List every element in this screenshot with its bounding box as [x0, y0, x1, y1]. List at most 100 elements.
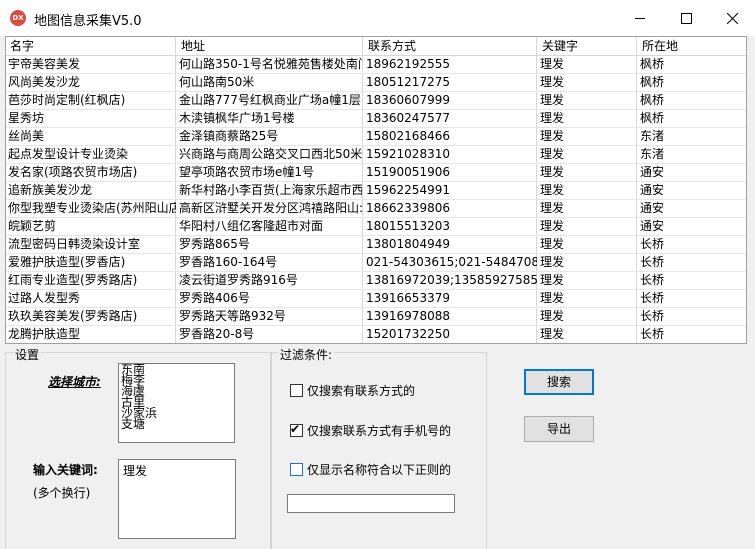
- table-row[interactable]: 玖玖美容美发(罗秀路店) 罗秀路天等路932号 13916978088 理发 长桥: [6, 307, 746, 326]
- filter-group-label: 过滤条件:: [278, 346, 335, 363]
- column-header-location[interactable]: 所在地: [638, 37, 746, 55]
- table-row[interactable]: 过路人发型秀 罗秀路406号 13916653379 理发 长桥: [6, 289, 746, 308]
- cell-address: 高新区浒墅关开发分区鸿禧路阳山:: [179, 201, 362, 215]
- cell-keyword: 理发: [540, 165, 565, 179]
- cell-location: 枫桥: [640, 57, 665, 71]
- cell-address: 罗香路160-164号: [179, 255, 278, 269]
- cell-name: 风尚美发沙龙: [8, 75, 81, 89]
- cell-contact: 18015513203: [366, 219, 450, 233]
- close-button[interactable]: [709, 0, 755, 36]
- cell-address: 望亭项路农贸市场e幢1号: [179, 165, 315, 179]
- table-row[interactable]: 皖颖艺剪 华阳村八组亿客隆超市对面 18015513203 理发 通安: [6, 217, 746, 236]
- maximize-icon: [680, 12, 692, 24]
- cell-contact: 18962192555: [366, 57, 450, 71]
- search-button[interactable]: 搜索: [524, 369, 594, 395]
- table-row[interactable]: 风尚美发沙龙 何山路南50米 18051217275 理发 枫桥: [6, 73, 746, 92]
- cell-location: 通安: [640, 183, 665, 197]
- table-row[interactable]: 流型密码日韩烫染设计室 罗秀路865号 13801804949 理发 长桥: [6, 235, 746, 254]
- cell-location: 枫桥: [640, 111, 665, 125]
- regex-input[interactable]: [287, 494, 455, 513]
- table-row[interactable]: 宇帝美容美发 何山路350-1号名悦雅苑售楼处南门 18962192555 理发 枫桥: [6, 55, 746, 74]
- city-label: 选择城市:: [48, 375, 101, 389]
- cell-name: 你型我塑专业烫染店(苏州阳山店): [8, 201, 176, 215]
- table-row[interactable]: 龙腾护肤造型 罗香路20-8号 15201732250 理发 长桥: [6, 325, 746, 343]
- cell-name: 龙腾护肤造型: [8, 327, 81, 341]
- export-button[interactable]: 导出: [524, 416, 594, 442]
- cell-name: 丝尚美: [8, 129, 45, 143]
- table-row[interactable]: 红雨专业造型(罗秀路店) 凌云街道罗秀路916号 13816972039;13585…: [6, 271, 746, 290]
- column-header-keyword[interactable]: 关键字: [538, 37, 634, 55]
- cell-contact: 18360247577: [366, 111, 450, 125]
- cell-keyword: 理发: [540, 327, 565, 341]
- only-contact-label[interactable]: 仅搜索有联系方式的: [307, 382, 415, 399]
- cell-name: 发名家(项路农贸市场店): [8, 165, 138, 179]
- only-mobile-checkbox[interactable]: ✔: [290, 422, 303, 437]
- cell-keyword: 理发: [540, 75, 565, 89]
- table-row[interactable]: 爱雅护肤造型(罗香店) 罗香路160-164号 021-54303615;021-5…: [6, 253, 746, 272]
- results-table[interactable]: 名字 地址 联系方式 关键字 所在地 宇帝美容美发 何山路350-1号名悦雅苑售楼…: [5, 36, 747, 344]
- cell-address: 何山路350-1号名悦雅苑售楼处南门: [179, 57, 362, 71]
- table-row[interactable]: 发名家(项路农贸市场店) 望亭项路农贸市场e幢1号 15190051906 理发 通安: [6, 163, 746, 182]
- list-item[interactable]: 支塘: [119, 418, 234, 430]
- cell-name: 皖颖艺剪: [8, 219, 57, 233]
- minimize-icon: [634, 17, 645, 19]
- cell-keyword: 理发: [540, 93, 565, 107]
- keyword-label: 输入关键词:: [33, 463, 98, 477]
- cell-location: 通安: [640, 201, 665, 215]
- cell-location: 长桥: [640, 237, 665, 251]
- cell-name: 追新族美发沙龙: [8, 183, 93, 197]
- cell-contact: 15190051906: [366, 165, 450, 179]
- cell-contact: 18360607999: [366, 93, 450, 107]
- cell-contact: 15201732250: [366, 327, 450, 341]
- cell-location: 枫桥: [640, 75, 665, 89]
- cell-keyword: 理发: [540, 57, 565, 71]
- table-row[interactable]: 丝尚美 金泽镇商蔡路25号 15802168466 理发 东渚: [6, 127, 746, 146]
- cell-name: 星秀坊: [8, 111, 45, 125]
- window-title: 地图信息采集V5.0: [34, 14, 142, 29]
- keyword-hint: (多个换行): [33, 486, 91, 500]
- cell-contact: 15802168466: [366, 129, 450, 143]
- column-header-name[interactable]: 名字: [6, 37, 174, 55]
- regex-name-label[interactable]: 仅显示名称符合以下正则的: [307, 461, 451, 478]
- cell-keyword: 理发: [540, 237, 565, 251]
- table-row[interactable]: 起点发型设计专业烫染 兴商路与商周公路交叉口西北50米 15921028310 理发 东…: [6, 145, 746, 164]
- column-header-address[interactable]: 地址: [177, 37, 360, 55]
- cell-keyword: 理发: [540, 255, 565, 269]
- keyword-input[interactable]: 理发: [118, 459, 236, 539]
- table-row[interactable]: 星秀坊 木渎镇枫华广场1号楼 18360247577 理发 枫桥: [6, 109, 746, 128]
- cell-contact: 15921028310: [366, 147, 450, 161]
- cell-address: 木渎镇枫华广场1号楼: [179, 111, 295, 125]
- title-bar: DX 地图信息采集V5.0: [0, 0, 755, 36]
- cell-keyword: 理发: [540, 273, 565, 287]
- checkmark-icon: ✔: [290, 422, 301, 436]
- cell-location: 通安: [640, 219, 665, 233]
- table-row[interactable]: 你型我塑专业烫染店(苏州阳山店) 高新区浒墅关开发分区鸿禧路阳山: 18662339…: [6, 199, 746, 218]
- cell-name: 宇帝美容美发: [8, 57, 81, 71]
- cell-keyword: 理发: [540, 183, 565, 197]
- close-icon: [726, 12, 738, 24]
- cell-name: 起点发型设计专业烫染: [8, 147, 129, 161]
- city-listbox[interactable]: 东南 梅李 海虞 古里 沙家浜 支塘: [118, 363, 235, 443]
- minimize-button[interactable]: [617, 0, 663, 36]
- cell-location: 长桥: [640, 273, 665, 287]
- table-row[interactable]: 追新族美发沙龙 新华村路小李百货(上海家乐超市西 15962254991 理发 通安: [6, 181, 746, 200]
- cell-location: 枫桥: [640, 93, 665, 107]
- regex-name-checkbox[interactable]: [290, 463, 303, 476]
- cell-location: 长桥: [640, 291, 665, 305]
- cell-contact: 021-54303615;021-54847086;1502: [366, 255, 537, 269]
- cell-address: 金泽镇商蔡路25号: [179, 129, 279, 143]
- only-contact-checkbox[interactable]: [290, 384, 303, 397]
- column-header-contact[interactable]: 联系方式: [364, 37, 535, 55]
- cell-location: 长桥: [640, 309, 665, 323]
- cell-location: 长桥: [640, 255, 665, 269]
- settings-group-label: 设置: [13, 346, 42, 363]
- cell-address: 金山路777号红枫商业广场a幢1层: [179, 93, 361, 107]
- table-row[interactable]: 芭莎时尚定制(红枫店) 金山路777号红枫商业广场a幢1层 18360607999 理…: [6, 91, 746, 110]
- maximize-button[interactable]: [663, 0, 709, 36]
- only-mobile-label[interactable]: 仅搜索联系方式有手机号的: [307, 422, 451, 439]
- cell-address: 华阳村八组亿客隆超市对面: [179, 219, 324, 233]
- cell-name: 玖玖美容美发(罗秀路店): [8, 309, 138, 323]
- cell-keyword: 理发: [540, 291, 565, 305]
- cell-address: 罗秀路406号: [179, 291, 250, 305]
- cell-name: 流型密码日韩烫染设计室: [8, 237, 141, 251]
